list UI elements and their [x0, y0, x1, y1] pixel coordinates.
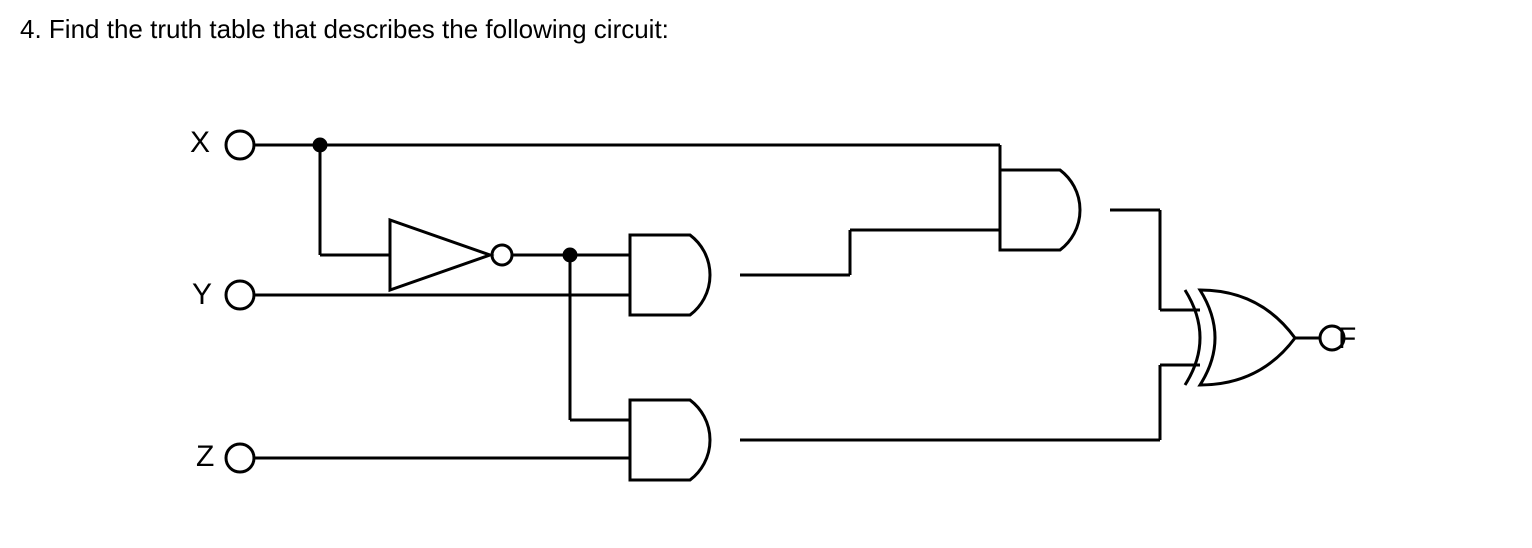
question-number: 4.: [20, 14, 42, 44]
output-terminal-f: [1320, 326, 1344, 350]
question-text-body: Find the truth table that describes the …: [49, 14, 669, 44]
input-terminal-y: [226, 281, 254, 309]
and-gate-3-icon: [1000, 170, 1080, 250]
input-terminal-z: [226, 444, 254, 472]
and-gate-1-icon: [630, 235, 710, 315]
xor-gate-back-arc-icon: [1185, 290, 1200, 385]
and-gate-2-icon: [630, 400, 710, 480]
not-bubble-icon: [492, 245, 512, 265]
xor-gate-body-icon: [1200, 290, 1295, 385]
not-gate-icon: [390, 220, 490, 290]
input-terminal-x: [226, 131, 254, 159]
question-prompt: 4. Find the truth table that describes t…: [20, 14, 669, 45]
logic-circuit-diagram: [150, 100, 1350, 520]
